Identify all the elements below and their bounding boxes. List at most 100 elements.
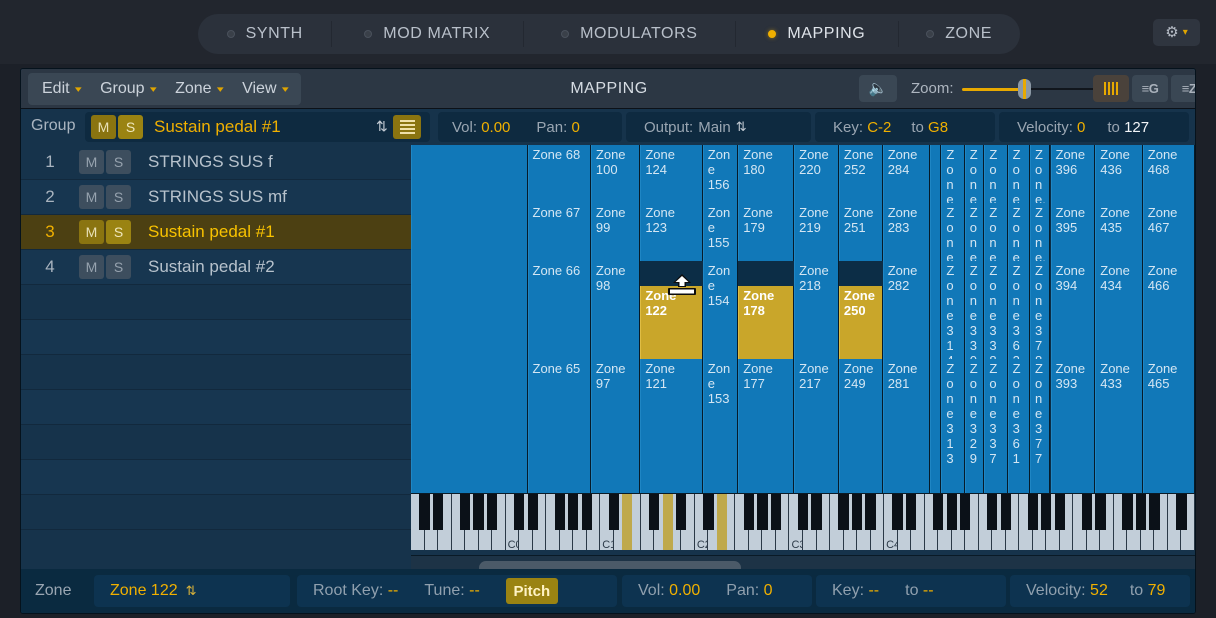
piano-black-key[interactable]	[487, 494, 497, 530]
piano-black-key[interactable]	[1001, 494, 1011, 530]
piano-black-key[interactable]	[1149, 494, 1159, 530]
piano-black-key[interactable]	[1176, 494, 1186, 530]
zone-cell[interactable]: Zone 436	[1095, 145, 1143, 203]
zone-cell[interactable]: Zone 362	[1008, 261, 1030, 359]
group-key-range-segment[interactable]: Key: C-2 to G8	[815, 112, 995, 142]
piano-black-key[interactable]	[568, 494, 578, 530]
menu-group[interactable]: Group ▾	[90, 73, 165, 105]
piano-black-key[interactable]	[676, 494, 686, 530]
root-key-field[interactable]: Root Key: --	[313, 582, 398, 600]
group-list-row[interactable]: 4 M S Sustain pedal #2	[21, 250, 411, 285]
zone-cell[interactable]: Zone 330	[965, 261, 985, 359]
piano-black-key[interactable]	[838, 494, 848, 530]
piano-black-key[interactable]	[1055, 494, 1065, 530]
zone-cell[interactable]: Zone 281	[883, 359, 931, 493]
piano-black-key[interactable]	[460, 494, 470, 530]
zone-vol-field[interactable]: Vol: 0.00	[638, 582, 700, 600]
piano-black-key[interactable]	[811, 494, 821, 530]
piano-black-key[interactable]	[757, 494, 767, 530]
output-stepper-icon[interactable]: ⇅	[736, 119, 747, 135]
group-stepper-icon[interactable]: ⇅	[376, 118, 388, 135]
piano-black-key[interactable]	[1122, 494, 1132, 530]
group-row-solo-button[interactable]: S	[106, 150, 131, 174]
piano-black-key[interactable]	[1082, 494, 1092, 530]
menu-view[interactable]: View ▾	[232, 73, 297, 105]
zone-cell[interactable]: Zone 329	[965, 359, 985, 493]
zone-cell[interactable]: Zone 465	[1143, 359, 1195, 493]
zone-cell[interactable]: Zone 3...	[1008, 145, 1030, 203]
zone-cell-selected[interactable]: Zone 250	[839, 286, 883, 359]
piano-black-key[interactable]	[663, 494, 673, 550]
piano-black-key[interactable]	[771, 494, 781, 530]
audition-speaker-button[interactable]: 🔈	[859, 75, 897, 102]
piano-black-key[interactable]	[1095, 494, 1105, 530]
piano-keyboard[interactable]: C0C1C2C3C4	[411, 493, 1195, 555]
zone-cell[interactable]: Zone 313	[941, 359, 964, 493]
group-mute-button[interactable]: M	[91, 115, 116, 139]
group-list-row[interactable]: 2 M S STRINGS SUS mf	[21, 180, 411, 215]
zone-selector[interactable]: Zone 122 ⇅	[94, 575, 290, 607]
tab-synth[interactable]: SYNTH	[198, 14, 331, 54]
piano-black-key[interactable]	[433, 494, 443, 530]
zone-cell[interactable]: Zone 100	[591, 145, 640, 203]
zone-key-high-field[interactable]: to --	[905, 582, 933, 600]
zone-cell[interactable]: Zone 361	[1008, 359, 1030, 493]
zone-cell[interactable]: Zone 3...	[941, 145, 964, 203]
zone-cell[interactable]: Zone 98	[591, 261, 640, 359]
group-list-row[interactable]: 1 M S STRINGS SUS f	[21, 145, 411, 180]
group-list-row-selected[interactable]: 3 M S Sustain pedal #1	[21, 215, 411, 250]
zone-cell[interactable]: Zone 378	[1030, 261, 1051, 359]
menu-zone[interactable]: Zone ▾	[165, 73, 232, 105]
zone-cell[interactable]: Zone 154	[703, 261, 738, 359]
menu-edit[interactable]: Edit ▾	[32, 73, 90, 105]
group-name-value[interactable]: Sustain pedal #1	[154, 117, 281, 137]
zone-cell[interactable]: Zone 219	[794, 203, 839, 261]
group-row-mute-button[interactable]: M	[79, 150, 104, 174]
zone-cell[interactable]: Zone 124	[640, 145, 702, 203]
zone-cell[interactable]: Zone 394	[1051, 261, 1096, 359]
zone-cell-selected[interactable]: Zone 178	[738, 286, 794, 359]
zone-list-view-button[interactable]: ≡Z	[1171, 75, 1196, 102]
piano-black-key[interactable]	[987, 494, 997, 530]
piano-black-key[interactable]	[473, 494, 483, 530]
zone-key-low-field[interactable]: Key: --	[832, 582, 879, 600]
zone-cell[interactable]: Zone...	[965, 145, 985, 203]
group-solo-button[interactable]: S	[118, 115, 143, 139]
group-output-segment[interactable]: Output: Main ⇅	[626, 112, 811, 142]
zone-cell[interactable]: Zone 467	[1143, 203, 1195, 261]
pitch-toggle-button[interactable]: Pitch	[506, 578, 558, 604]
zone-cell[interactable]: Zone 435	[1095, 203, 1143, 261]
zone-cell[interactable]: Zone 65	[528, 359, 591, 493]
settings-menu-button[interactable]: ⚙ ▾	[1153, 19, 1200, 46]
piano-black-key[interactable]	[514, 494, 524, 530]
piano-black-key[interactable]	[852, 494, 862, 530]
group-row-solo-button[interactable]: S	[106, 185, 131, 209]
zone-cell[interactable]: Zone 68	[528, 145, 591, 203]
group-row-solo-button[interactable]: S	[106, 255, 131, 279]
piano-black-key[interactable]	[717, 494, 727, 550]
piano-black-key[interactable]	[865, 494, 875, 530]
piano-black-key[interactable]	[528, 494, 538, 530]
zone-cell[interactable]: Zone 180	[738, 145, 794, 203]
zone-vel-low-field[interactable]: Velocity: 52	[1026, 582, 1108, 600]
zone-cell[interactable]: Zone 156	[703, 145, 738, 203]
piano-black-key[interactable]	[960, 494, 970, 530]
zone-cell[interactable]: Zone 3...	[984, 145, 1007, 203]
group-list-view-button[interactable]: ≡G	[1132, 75, 1168, 102]
tab-mod-matrix[interactable]: MOD MATRIX	[331, 14, 523, 54]
piano-black-key[interactable]	[947, 494, 957, 530]
piano-black-key[interactable]	[1041, 494, 1051, 530]
zone-cell[interactable]: Zone 121	[640, 359, 702, 493]
zone-cell[interactable]: Zone...	[1030, 145, 1051, 203]
tab-mapping[interactable]: MAPPING	[735, 14, 898, 54]
group-row-mute-button[interactable]: M	[79, 185, 104, 209]
zone-cell[interactable]: Zone 338	[984, 261, 1007, 359]
zone-cell[interactable]: Zone 466	[1143, 261, 1195, 359]
zone-cell[interactable]: Zone 97	[591, 359, 640, 493]
zone-cell[interactable]: Zone 252	[839, 145, 883, 203]
zone-cell[interactable]: Zone 284	[883, 145, 931, 203]
zone-cell[interactable]: Zone...	[1030, 203, 1051, 261]
tab-zone[interactable]: ZONE	[898, 14, 1020, 54]
piano-black-key[interactable]	[798, 494, 808, 530]
zone-stepper-icon[interactable]: ⇅	[186, 583, 197, 599]
